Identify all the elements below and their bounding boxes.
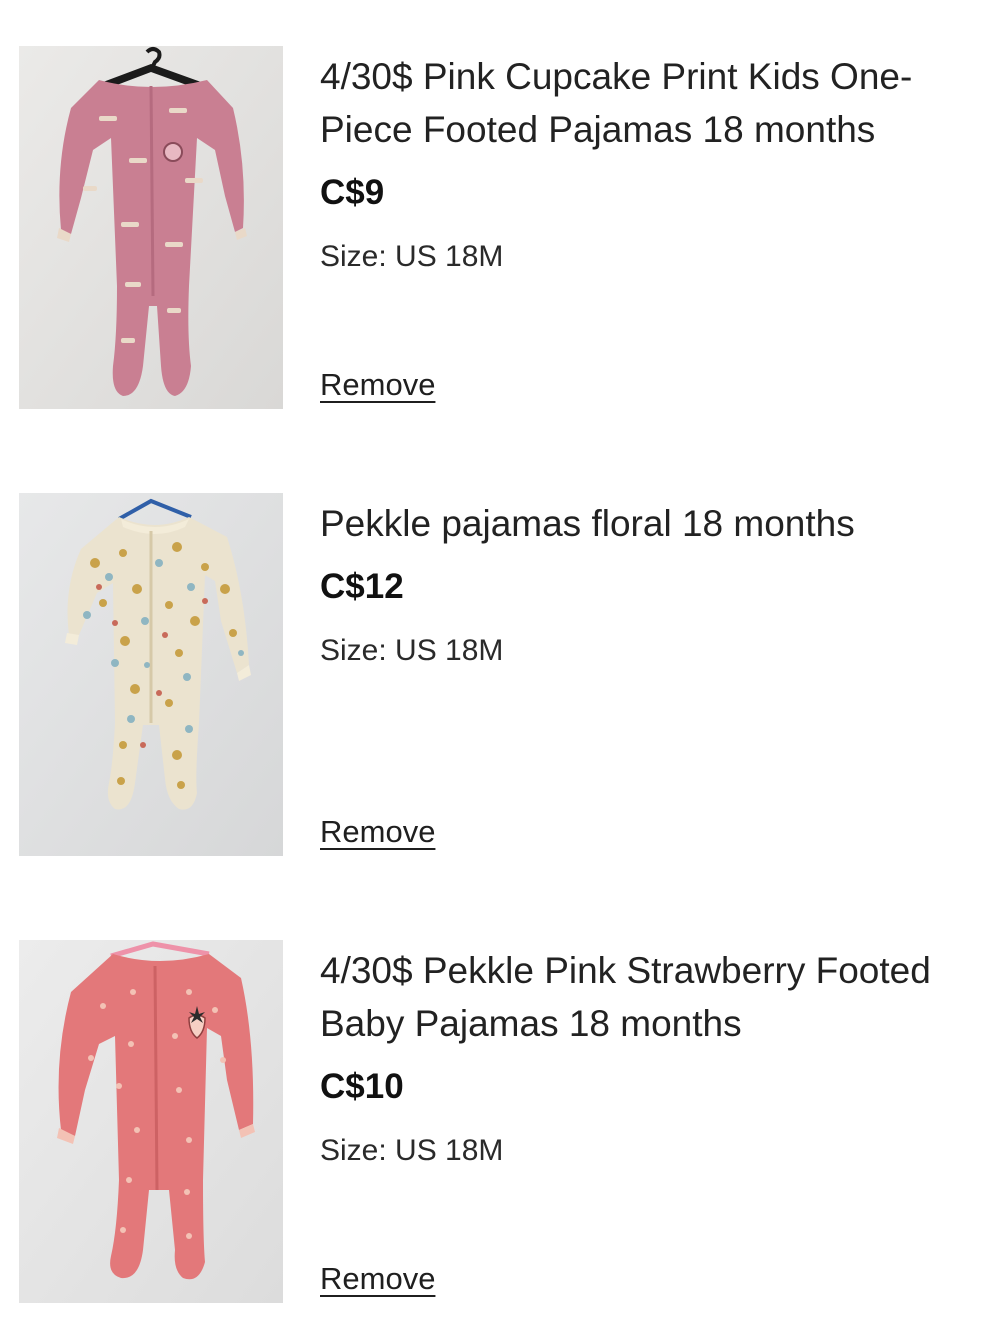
item-price: C$10 xyxy=(320,1067,404,1106)
cart-item: 4/30$ Pekkle Pink Strawberry Footed Baby… xyxy=(0,940,1000,1304)
product-thumbnail[interactable] xyxy=(19,493,283,856)
item-size: Size: US 18M xyxy=(320,634,504,667)
item-price: C$12 xyxy=(320,567,404,606)
remove-button[interactable]: Remove xyxy=(320,1260,435,1298)
product-thumbnail[interactable] xyxy=(19,940,283,1303)
item-title[interactable]: 4/30$ Pekkle Pink Strawberry Footed Baby… xyxy=(320,944,980,1050)
cart-item-list: 4/30$ Pink Cupcake Print Kids One-Piece … xyxy=(0,0,1000,1333)
cart-item: Pekkle pajamas floral 18 months C$12 Siz… xyxy=(0,493,1000,857)
item-details: 4/30$ Pink Cupcake Print Kids One-Piece … xyxy=(320,46,980,410)
item-size: Size: US 18M xyxy=(320,240,504,273)
remove-button[interactable]: Remove xyxy=(320,813,435,851)
product-thumbnail[interactable] xyxy=(19,46,283,409)
item-details: 4/30$ Pekkle Pink Strawberry Footed Baby… xyxy=(320,940,980,1304)
remove-button[interactable]: Remove xyxy=(320,366,435,404)
item-details: Pekkle pajamas floral 18 months C$12 Siz… xyxy=(320,493,980,857)
item-title[interactable]: 4/30$ Pink Cupcake Print Kids One-Piece … xyxy=(320,50,980,156)
cart-item: 4/30$ Pink Cupcake Print Kids One-Piece … xyxy=(0,46,1000,410)
item-title[interactable]: Pekkle pajamas floral 18 months xyxy=(320,497,980,550)
item-price: C$9 xyxy=(320,173,385,212)
item-size: Size: US 18M xyxy=(320,1134,504,1167)
